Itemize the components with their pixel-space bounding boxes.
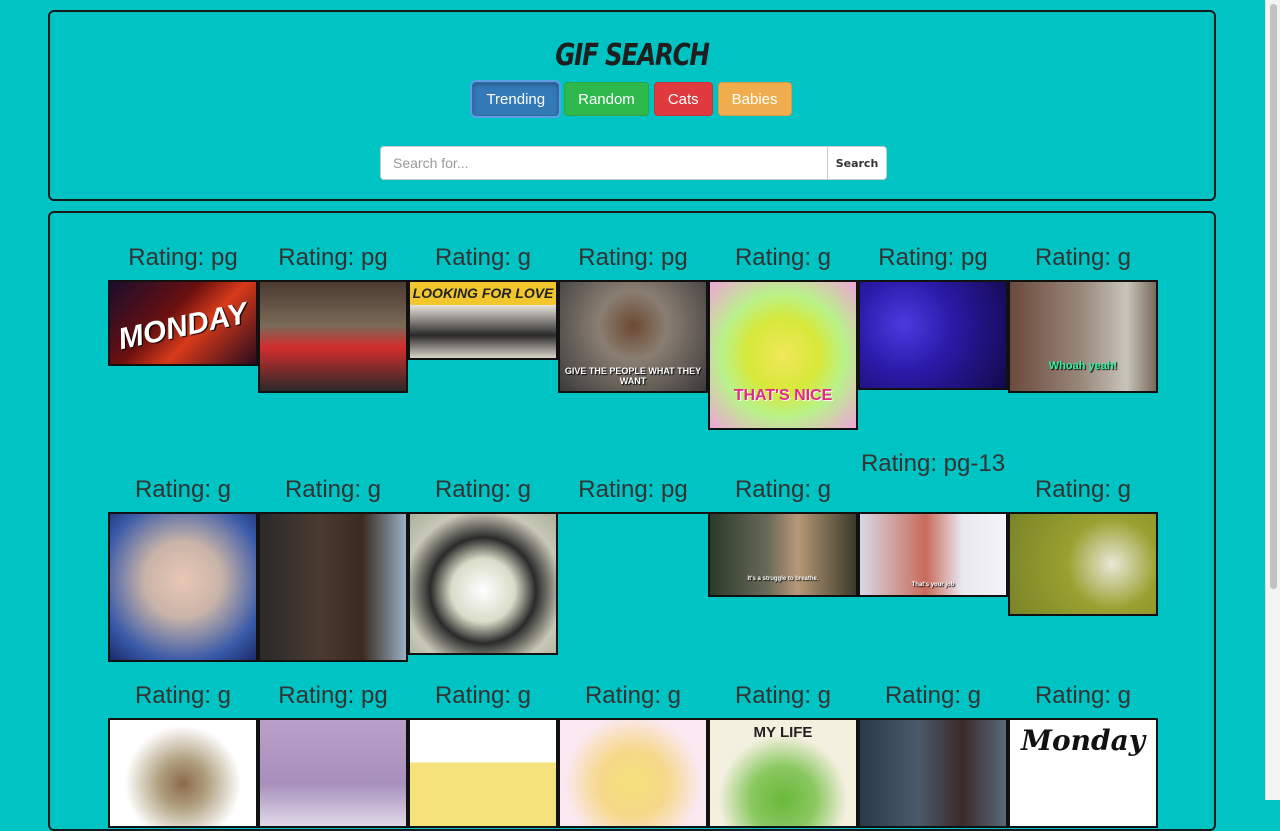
gif-rating: Rating: pg: [128, 244, 238, 271]
gif-image[interactable]: [858, 280, 1008, 390]
cats-button[interactable]: Cats: [653, 82, 713, 116]
header-panel: GIF SEARCH Trending Random Cats Babies S…: [48, 10, 1216, 201]
gif-rating: Rating: pg: [278, 244, 388, 271]
gif-rating: Rating: pg-13: [860, 450, 1006, 477]
gif-image[interactable]: [558, 512, 708, 516]
babies-button[interactable]: Babies: [717, 82, 792, 116]
gif-rating: Rating: g: [734, 476, 832, 503]
search-bar: Search: [380, 146, 887, 180]
gif-image[interactable]: [258, 512, 408, 662]
random-button[interactable]: Random: [564, 82, 649, 116]
gif-image[interactable]: Monday: [1008, 718, 1158, 828]
search-input[interactable]: [380, 146, 827, 180]
gif-rating: Rating: g: [1034, 682, 1132, 709]
gif-rating: Rating: g: [884, 682, 982, 709]
gif-image[interactable]: It's a struggle to breathe.: [708, 512, 858, 597]
gif-rating: Rating: g: [434, 476, 532, 503]
gif-rating: Rating: pg: [278, 682, 388, 709]
gif-rating: Rating: g: [134, 682, 232, 709]
search-button[interactable]: Search: [827, 146, 887, 180]
gif-image[interactable]: [258, 718, 408, 828]
scrollbar-thumb[interactable]: [1270, 4, 1277, 589]
category-buttons: Trending Random Cats Babies: [50, 82, 1214, 116]
gif-rating: Rating: g: [1034, 476, 1132, 503]
gif-rating: Rating: g: [284, 476, 382, 503]
gif-image[interactable]: [1008, 512, 1158, 616]
gif-rating: Rating: pg: [878, 244, 988, 271]
gif-rating: Rating: g: [734, 682, 832, 709]
gif-image[interactable]: [108, 718, 258, 828]
gif-image[interactable]: MONDAY: [108, 280, 258, 366]
gif-image[interactable]: [108, 512, 258, 662]
gif-image[interactable]: That's your job: [858, 512, 1008, 597]
gif-image[interactable]: [408, 718, 558, 828]
gif-rating: Rating: g: [434, 244, 532, 271]
gif-image[interactable]: Whoah yeah!: [1008, 280, 1158, 393]
gif-image[interactable]: THAT'S NICE: [708, 280, 858, 430]
gif-rating: Rating: pg: [578, 476, 688, 503]
gif-image[interactable]: [258, 280, 408, 393]
gif-image[interactable]: [858, 718, 1008, 828]
page-title: GIF SEARCH: [555, 38, 710, 73]
gif-image[interactable]: GIVE THE PEOPLE WHAT THEY WANT: [558, 280, 708, 393]
gif-rating: Rating: g: [134, 476, 232, 503]
page-scrollbar[interactable]: [1265, 0, 1280, 800]
gif-rating: Rating: pg: [578, 244, 688, 271]
trending-button[interactable]: Trending: [472, 82, 560, 116]
gif-rating: Rating: g: [1034, 244, 1132, 271]
results-panel: Rating: pg MONDAY Rating: pg Rating: g L…: [48, 211, 1216, 831]
gif-image[interactable]: MY LIFE: [708, 718, 858, 828]
gif-rating: Rating: g: [584, 682, 682, 709]
gif-rating: Rating: g: [434, 682, 532, 709]
gif-image[interactable]: [408, 512, 558, 655]
gif-image[interactable]: [558, 718, 708, 828]
gif-rating: Rating: g: [734, 244, 832, 271]
gif-image[interactable]: LOOKING FOR LOVE: [408, 280, 558, 360]
